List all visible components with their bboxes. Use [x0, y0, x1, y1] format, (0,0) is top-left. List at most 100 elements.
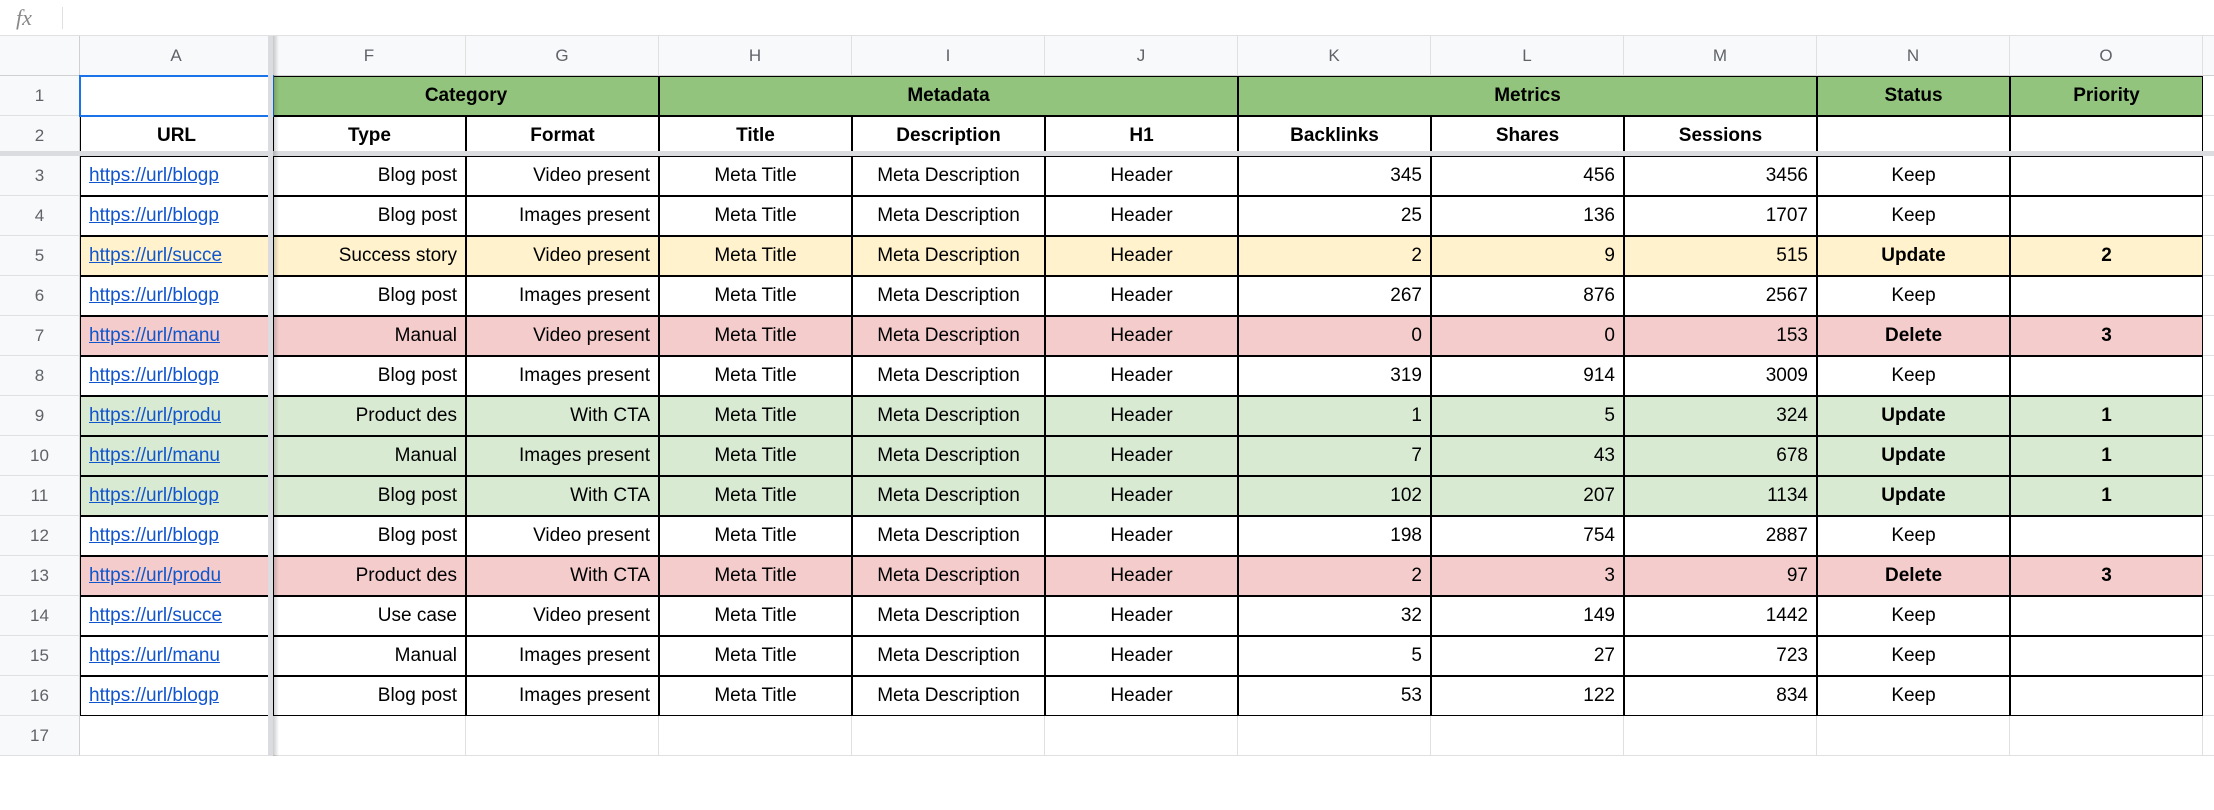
cell-priority-row13[interactable]: 3 — [2010, 556, 2203, 596]
cell-format-row4[interactable]: Images present — [466, 196, 659, 236]
cell-format-row10[interactable]: Images present — [466, 436, 659, 476]
cell-format-row13[interactable]: With CTA — [466, 556, 659, 596]
url-link[interactable]: https://url/succe — [89, 245, 222, 267]
row-header-13[interactable]: 13 — [0, 556, 80, 596]
cell-shares-row7[interactable]: 0 — [1431, 316, 1624, 356]
cell-type-row15[interactable]: Manual — [273, 636, 466, 676]
cell-h1-row10[interactable]: Header — [1045, 436, 1238, 476]
row-header-5[interactable]: 5 — [0, 236, 80, 276]
cell-backlinks-row4[interactable]: 25 — [1238, 196, 1431, 236]
group-header-status[interactable]: Status — [1817, 76, 2010, 116]
row-header-7[interactable]: 7 — [0, 316, 80, 356]
cell-sessions-row16[interactable]: 834 — [1624, 676, 1817, 716]
cell-shares-row14[interactable]: 149 — [1431, 596, 1624, 636]
cell-empty-17-5[interactable] — [1045, 716, 1238, 756]
cell-shares-row9[interactable]: 5 — [1431, 396, 1624, 436]
cell-url-row7[interactable]: https://url/manu — [80, 316, 273, 356]
column-header-G[interactable]: G — [466, 36, 659, 76]
cell-status-row16[interactable]: Keep — [1817, 676, 2010, 716]
cell-status-row15[interactable]: Keep — [1817, 636, 2010, 676]
cell-empty-17-9[interactable] — [1817, 716, 2010, 756]
cell-format-row9[interactable]: With CTA — [466, 396, 659, 436]
cell-title-row7[interactable]: Meta Title — [659, 316, 852, 356]
cell-backlinks-row5[interactable]: 2 — [1238, 236, 1431, 276]
row-header-15[interactable]: 15 — [0, 636, 80, 676]
column-header-L[interactable]: L — [1431, 36, 1624, 76]
cell-format-row15[interactable]: Images present — [466, 636, 659, 676]
cell-priority-row14[interactable] — [2010, 596, 2203, 636]
cell-backlinks-row8[interactable]: 319 — [1238, 356, 1431, 396]
cell-sessions-row9[interactable]: 324 — [1624, 396, 1817, 436]
cell-status-row11[interactable]: Update — [1817, 476, 2010, 516]
sub-header-G[interactable]: Format — [466, 116, 659, 156]
cell-url-row3[interactable]: https://url/blogp — [80, 156, 273, 196]
formula-input[interactable] — [73, 0, 2214, 35]
cell-type-row6[interactable]: Blog post — [273, 276, 466, 316]
row-header-14[interactable]: 14 — [0, 596, 80, 636]
cell-format-row14[interactable]: Video present — [466, 596, 659, 636]
cell-url-row16[interactable]: https://url/blogp — [80, 676, 273, 716]
cell-shares-row11[interactable]: 207 — [1431, 476, 1624, 516]
cell-backlinks-row14[interactable]: 32 — [1238, 596, 1431, 636]
sub-header-M[interactable]: Sessions — [1624, 116, 1817, 156]
cell-empty-17-8[interactable] — [1624, 716, 1817, 756]
cell-status-row9[interactable]: Update — [1817, 396, 2010, 436]
cell-empty-17-7[interactable] — [1431, 716, 1624, 756]
cell-status-row4[interactable]: Keep — [1817, 196, 2010, 236]
cell-title-row13[interactable]: Meta Title — [659, 556, 852, 596]
cell-shares-row10[interactable]: 43 — [1431, 436, 1624, 476]
cell-h1-row13[interactable]: Header — [1045, 556, 1238, 596]
url-link[interactable]: https://url/blogp — [89, 285, 219, 307]
cell-format-row11[interactable]: With CTA — [466, 476, 659, 516]
cell-empty-17-3[interactable] — [659, 716, 852, 756]
cell-title-row10[interactable]: Meta Title — [659, 436, 852, 476]
cell-desc-row11[interactable]: Meta Description — [852, 476, 1045, 516]
cell-backlinks-row16[interactable]: 53 — [1238, 676, 1431, 716]
cell-title-row16[interactable]: Meta Title — [659, 676, 852, 716]
cell-sessions-row13[interactable]: 97 — [1624, 556, 1817, 596]
cell-status-row3[interactable]: Keep — [1817, 156, 2010, 196]
cell-title-row15[interactable]: Meta Title — [659, 636, 852, 676]
cell-title-row4[interactable]: Meta Title — [659, 196, 852, 236]
cell-empty-17-1[interactable] — [273, 716, 466, 756]
cell-sessions-row12[interactable]: 2887 — [1624, 516, 1817, 556]
cell-A1[interactable] — [80, 76, 273, 116]
sub-header-A[interactable]: URL — [80, 116, 273, 156]
cell-url-row6[interactable]: https://url/blogp — [80, 276, 273, 316]
cell-url-row9[interactable]: https://url/produ — [80, 396, 273, 436]
cell-title-row14[interactable]: Meta Title — [659, 596, 852, 636]
url-link[interactable]: https://url/blogp — [89, 205, 219, 227]
cell-priority-row5[interactable]: 2 — [2010, 236, 2203, 276]
sub-header-O[interactable] — [2010, 116, 2203, 156]
row-header-9[interactable]: 9 — [0, 396, 80, 436]
sub-header-N[interactable] — [1817, 116, 2010, 156]
cell-h1-row9[interactable]: Header — [1045, 396, 1238, 436]
column-header-J[interactable]: J — [1045, 36, 1238, 76]
cell-url-row4[interactable]: https://url/blogp — [80, 196, 273, 236]
cell-desc-row5[interactable]: Meta Description — [852, 236, 1045, 276]
cell-status-row14[interactable]: Keep — [1817, 596, 2010, 636]
column-header-N[interactable]: N — [1817, 36, 2010, 76]
cell-backlinks-row7[interactable]: 0 — [1238, 316, 1431, 356]
cell-desc-row14[interactable]: Meta Description — [852, 596, 1045, 636]
cell-empty-17-4[interactable] — [852, 716, 1045, 756]
cell-status-row8[interactable]: Keep — [1817, 356, 2010, 396]
cell-desc-row13[interactable]: Meta Description — [852, 556, 1045, 596]
row-header-2[interactable]: 2 — [0, 116, 80, 156]
cell-desc-row12[interactable]: Meta Description — [852, 516, 1045, 556]
cell-sessions-row11[interactable]: 1134 — [1624, 476, 1817, 516]
cell-shares-row8[interactable]: 914 — [1431, 356, 1624, 396]
cell-title-row3[interactable]: Meta Title — [659, 156, 852, 196]
cell-desc-row6[interactable]: Meta Description — [852, 276, 1045, 316]
cell-priority-row9[interactable]: 1 — [2010, 396, 2203, 436]
cell-empty-17-6[interactable] — [1238, 716, 1431, 756]
select-all-corner[interactable] — [0, 36, 80, 76]
cell-h1-row11[interactable]: Header — [1045, 476, 1238, 516]
cell-format-row6[interactable]: Images present — [466, 276, 659, 316]
cell-desc-row3[interactable]: Meta Description — [852, 156, 1045, 196]
url-link[interactable]: https://url/manu — [89, 645, 220, 667]
cell-empty-17-0[interactable] — [80, 716, 273, 756]
row-header-3[interactable]: 3 — [0, 156, 80, 196]
cell-desc-row4[interactable]: Meta Description — [852, 196, 1045, 236]
cell-title-row11[interactable]: Meta Title — [659, 476, 852, 516]
